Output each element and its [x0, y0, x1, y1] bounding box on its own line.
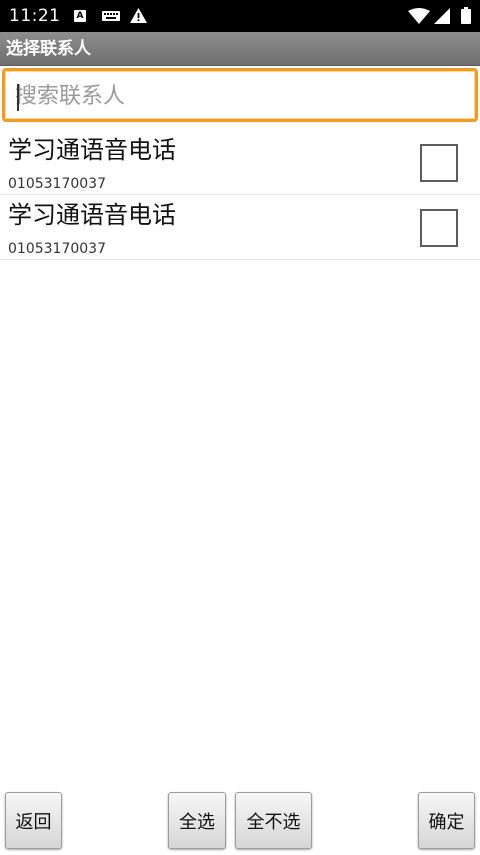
- title-bar: 选择联系人: [0, 32, 480, 66]
- signal-icon: [434, 8, 450, 24]
- warning-icon: [130, 8, 147, 23]
- contact-name: 学习通语音电话: [8, 201, 176, 229]
- select-contacts-screen: 11:21 A 选择联系人 搜索联系人 学习通语音电话 01053170037 …: [0, 0, 480, 855]
- search-input[interactable]: [15, 79, 465, 113]
- back-button[interactable]: 返回: [5, 792, 62, 849]
- page-title: 选择联系人: [6, 39, 91, 59]
- select-all-button[interactable]: 全选: [168, 792, 226, 849]
- list-item[interactable]: 学习通语音电话 01053170037: [0, 130, 480, 195]
- select-none-button[interactable]: 全不选: [235, 792, 312, 849]
- battery-icon: [461, 7, 471, 24]
- search-box[interactable]: [2, 68, 478, 122]
- contact-number: 01053170037: [8, 241, 106, 257]
- wifi-icon: [408, 8, 430, 24]
- contact-checkbox[interactable]: [420, 144, 458, 182]
- contact-number: 01053170037: [8, 176, 106, 192]
- confirm-button[interactable]: 确定: [418, 792, 475, 849]
- contact-checkbox[interactable]: [420, 209, 458, 247]
- status-bar: 11:21 A: [0, 0, 480, 32]
- font-a-icon: A: [74, 10, 86, 22]
- keyboard-icon: [102, 11, 120, 21]
- status-time: 11:21: [9, 6, 61, 26]
- list-item[interactable]: 学习通语音电话 01053170037: [0, 195, 480, 260]
- contact-list: 学习通语音电话 01053170037 学习通语音电话 01053170037: [0, 130, 480, 260]
- contact-name: 学习通语音电话: [8, 136, 176, 164]
- text-cursor: [17, 84, 19, 111]
